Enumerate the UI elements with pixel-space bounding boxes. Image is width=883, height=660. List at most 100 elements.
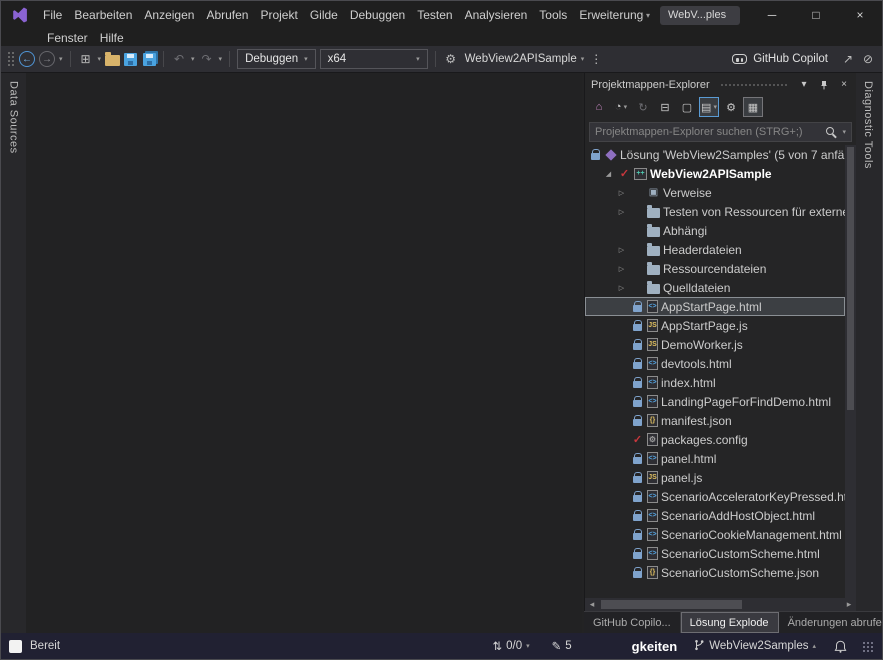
tree-item[interactable]: <>LandingPageForFindDemo.html bbox=[585, 392, 845, 411]
share-icon[interactable]: ↗ bbox=[840, 52, 856, 66]
status-repository[interactable]: WebView2Samples ▴ bbox=[693, 639, 816, 654]
panel-close-icon[interactable]: × bbox=[836, 77, 852, 93]
horizontal-scrollbar-track[interactable] bbox=[599, 598, 842, 611]
collapsed-arrow-icon[interactable]: ▷ bbox=[615, 265, 628, 273]
resize-grip[interactable] bbox=[861, 640, 874, 653]
tree-item[interactable]: ▷Quelldateien bbox=[585, 278, 845, 297]
tree-item[interactable]: <>index.html bbox=[585, 373, 845, 392]
toolbar-overflow-icon[interactable]: ⋮ bbox=[588, 52, 604, 66]
scroll-left-icon[interactable]: ◂ bbox=[585, 598, 599, 611]
tree-horizontal-scrollbar[interactable]: ◂ ▸ bbox=[585, 598, 856, 611]
status-branch-text[interactable]: gkeiten bbox=[632, 639, 678, 654]
menu-item-debuggen[interactable]: Debuggen bbox=[344, 4, 411, 26]
collapse-all-icon[interactable]: ⊟ bbox=[655, 97, 675, 117]
collapsed-arrow-icon[interactable]: ▷ bbox=[615, 189, 628, 197]
tree-item[interactable]: ▷Ressourcendateien bbox=[585, 259, 845, 278]
solution-search-box[interactable]: Projektmappen-Explorer suchen (STRG+;) ▾ bbox=[589, 122, 852, 142]
github-copilot-button[interactable]: GitHub Copilot bbox=[724, 53, 836, 65]
debug-target-dropdown[interactable]: Debuggen ▾ bbox=[237, 49, 316, 69]
maximize-button[interactable]: □ bbox=[794, 1, 838, 29]
menu-item-erweiterungen[interactable]: Erweiterungen bbox=[573, 4, 644, 26]
tree-item[interactable]: <>devtools.html bbox=[585, 354, 845, 373]
open-file-icon[interactable] bbox=[105, 55, 120, 66]
tree-item[interactable]: <>ScenarioAddHostObject.html bbox=[585, 506, 845, 525]
scroll-right-icon[interactable]: ▸ bbox=[842, 598, 856, 611]
new-project-icon[interactable]: ⊞ bbox=[78, 52, 94, 66]
status-pending-edits[interactable]: ✎ 5 bbox=[552, 639, 572, 653]
menu-item-projekt[interactable]: Projekt bbox=[254, 4, 303, 26]
panel-tab-änderungen-abrufen[interactable]: Änderungen abrufen bbox=[779, 612, 882, 633]
navigate-back-icon[interactable]: ← bbox=[19, 51, 35, 67]
status-incoming-outgoing[interactable]: ⇅ 0/0 ▾ bbox=[492, 639, 529, 653]
menu-item-bearbeiten[interactable]: Bearbeiten bbox=[68, 4, 138, 26]
tree-item[interactable]: <>AppStartPage.html bbox=[585, 297, 845, 316]
panel-drag-grip[interactable] bbox=[720, 83, 788, 88]
search-options-caret-icon[interactable]: ▾ bbox=[842, 128, 846, 136]
close-button[interactable]: × bbox=[838, 1, 882, 29]
tree-item[interactable]: JSpanel.js bbox=[585, 468, 845, 487]
menu-item-file[interactable]: File bbox=[37, 4, 68, 26]
redo-icon[interactable]: ↷ bbox=[199, 52, 215, 66]
startup-project-caret-icon[interactable]: ▾ bbox=[581, 55, 585, 63]
pending-changes-filter-icon[interactable]: ◔▾ bbox=[611, 97, 631, 117]
menu-item-anzeigen[interactable]: Anzeigen bbox=[138, 4, 200, 26]
pin-icon[interactable] bbox=[816, 77, 832, 93]
menu-overflow-chevron-icon[interactable]: ▾ bbox=[644, 11, 660, 20]
tree-item[interactable]: <>ScenarioCookieManagement.html bbox=[585, 525, 845, 544]
minimize-button[interactable]: ─ bbox=[750, 1, 794, 29]
scope-to-this-icon[interactable]: ▢ bbox=[677, 97, 697, 117]
wrench-icon[interactable]: ⚙ bbox=[721, 97, 741, 117]
menu-item-analysieren[interactable]: Analysieren bbox=[459, 4, 534, 26]
tree-item[interactable]: Lösung 'WebView2Samples' (5 von 7 anfäll… bbox=[585, 145, 845, 164]
collapsed-arrow-icon[interactable]: ▷ bbox=[615, 284, 628, 292]
tab-data-sources[interactable]: Data Sources bbox=[8, 73, 20, 154]
tree-item[interactable]: ◢✓++WebView2APISample bbox=[585, 164, 845, 183]
startup-project-dropdown[interactable]: WebView2APISample bbox=[465, 53, 577, 65]
navigate-forward-icon[interactable]: → bbox=[39, 51, 55, 67]
panel-tab-github-copilo-[interactable]: GitHub Copilo... bbox=[584, 612, 681, 633]
panel-options-caret-icon[interactable]: ▾ bbox=[796, 77, 812, 93]
collapsed-arrow-icon[interactable]: ▷ bbox=[615, 208, 628, 216]
show-all-files-icon[interactable]: ▤▾ bbox=[699, 97, 719, 117]
editor-area[interactable] bbox=[26, 73, 582, 633]
redo-caret-icon[interactable]: ▾ bbox=[219, 55, 223, 63]
tree-item[interactable]: ✓⚙packages.config bbox=[585, 430, 845, 449]
switch-views-icon[interactable]: ⌂ bbox=[589, 97, 609, 117]
expanded-arrow-icon[interactable]: ◢ bbox=[602, 170, 615, 178]
undo-icon[interactable]: ↶ bbox=[171, 52, 187, 66]
feedback-icon[interactable]: ⊘ bbox=[860, 52, 876, 66]
titlebar-search-box[interactable]: WebV...ples bbox=[660, 6, 740, 25]
tree-item[interactable]: <>ScenarioAcceleratorKeyPressed.ht bbox=[585, 487, 845, 506]
menu-item-abrufen[interactable]: Abrufen bbox=[200, 4, 254, 26]
tab-diagnostic-tools[interactable]: Diagnostic Tools bbox=[862, 73, 874, 169]
panel-tab-lösung-explode[interactable]: Lösung Explode bbox=[681, 612, 779, 633]
tree-item[interactable]: {}ScenarioCustomScheme.json bbox=[585, 563, 845, 582]
tree-vertical-scrollbar[interactable] bbox=[845, 145, 856, 598]
save-icon[interactable] bbox=[124, 53, 137, 66]
vertical-scrollbar-thumb[interactable] bbox=[847, 147, 854, 410]
menu-item-tools[interactable]: Tools bbox=[533, 4, 573, 26]
menu-item-testen[interactable]: Testen bbox=[411, 4, 458, 26]
tree-item[interactable]: Abhängi bbox=[585, 221, 845, 240]
tree-item[interactable]: <>ScenarioCustomScheme.html bbox=[585, 544, 845, 563]
preview-selected-icon[interactable]: ▦ bbox=[743, 97, 763, 117]
tree-item[interactable]: ▷▣Verweise bbox=[585, 183, 845, 202]
tree-item[interactable]: <>panel.html bbox=[585, 449, 845, 468]
menu-item-gilde[interactable]: Gilde bbox=[304, 4, 344, 26]
refresh-icon[interactable]: ↻ bbox=[633, 97, 653, 117]
undo-caret-icon[interactable]: ▾ bbox=[191, 55, 195, 63]
tree-item[interactable]: ▷Headerdateien bbox=[585, 240, 845, 259]
tree-item[interactable]: JSDemoWorker.js bbox=[585, 335, 845, 354]
tree-item[interactable]: {}manifest.json bbox=[585, 411, 845, 430]
collapsed-arrow-icon[interactable]: ▷ bbox=[615, 246, 628, 254]
horizontal-scrollbar-thumb[interactable] bbox=[601, 600, 742, 609]
notifications-bell-icon[interactable] bbox=[834, 640, 847, 653]
toolbar-drag-grip[interactable] bbox=[7, 51, 15, 67]
tree-item[interactable]: JSAppStartPage.js bbox=[585, 316, 845, 335]
new-project-caret-icon[interactable]: ▾ bbox=[98, 55, 102, 63]
navigation-dropdown-caret-icon[interactable]: ▾ bbox=[59, 55, 63, 63]
status-tool-icon[interactable] bbox=[9, 640, 22, 653]
platform-dropdown[interactable]: x64 ▾ bbox=[320, 49, 428, 69]
save-all-icon[interactable] bbox=[143, 53, 156, 66]
tree-item[interactable]: ▷Testen von Ressourcen für externe bbox=[585, 202, 845, 221]
